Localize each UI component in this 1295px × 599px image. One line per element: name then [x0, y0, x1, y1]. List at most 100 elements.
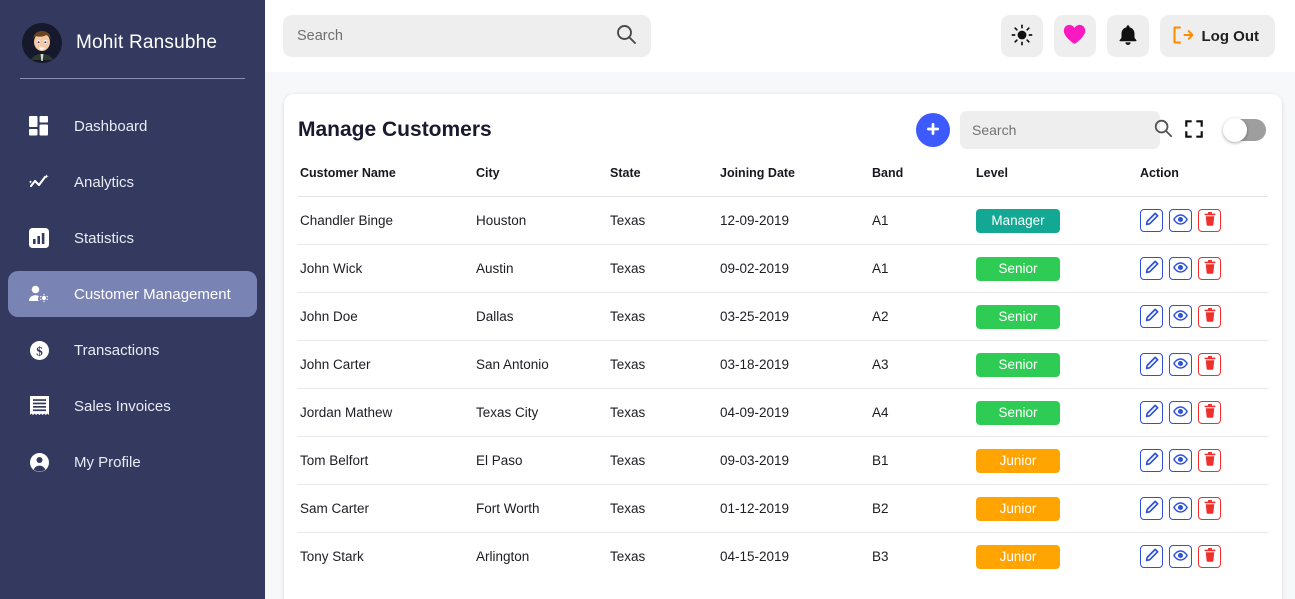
edit-button[interactable] [1140, 497, 1163, 520]
cell-customer-name: Tony Stark [298, 533, 476, 581]
pencil-edit-icon [1145, 404, 1159, 421]
table-header: Customer Name City State Joining Date Ba… [298, 166, 1268, 197]
person-circle-icon [26, 449, 52, 475]
sidebar-item-label: Analytics [74, 174, 134, 191]
view-button[interactable] [1169, 209, 1192, 232]
eye-view-icon [1173, 357, 1188, 373]
page-title: Manage Customers [298, 118, 492, 142]
cell-level: Junior [976, 437, 1138, 485]
row-actions [1140, 353, 1268, 376]
eye-view-icon [1173, 501, 1188, 517]
edit-button[interactable] [1140, 209, 1163, 232]
topbar-actions: Log Out [990, 15, 1275, 57]
view-button[interactable] [1169, 449, 1192, 472]
card-toolbar [916, 111, 1266, 149]
edit-button[interactable] [1140, 449, 1163, 472]
view-button[interactable] [1169, 305, 1192, 328]
view-button[interactable] [1169, 353, 1192, 376]
main-area: Log Out Manage Customers [265, 0, 1295, 599]
trash-delete-icon [1204, 452, 1216, 469]
trash-delete-icon [1204, 404, 1216, 421]
table-search[interactable] [960, 111, 1160, 149]
cell-joining-date: 01-12-2019 [720, 485, 872, 533]
trash-delete-icon [1204, 500, 1216, 517]
sidebar-item-statistics[interactable]: Statistics [8, 215, 257, 261]
trash-delete-icon [1204, 212, 1216, 229]
cell-customer-name: Sam Carter [298, 485, 476, 533]
notifications-button[interactable] [1107, 15, 1149, 57]
plus-icon [924, 120, 942, 141]
customers-table: Customer Name City State Joining Date Ba… [298, 166, 1268, 581]
brightness-button[interactable] [1001, 15, 1043, 57]
delete-button[interactable] [1198, 401, 1221, 424]
sidebar-item-dashboard[interactable]: Dashboard [8, 103, 257, 149]
cell-level: Manager [976, 197, 1138, 245]
view-button[interactable] [1169, 545, 1192, 568]
table-search-input[interactable] [972, 122, 1153, 138]
sidebar-item-transactions[interactable]: $ Transactions [8, 327, 257, 373]
pencil-edit-icon [1145, 356, 1159, 373]
sidebar-item-customer-management[interactable]: Customer Management [8, 271, 257, 317]
content-area: Manage Customers [265, 72, 1295, 599]
cell-band: B3 [872, 533, 976, 581]
edit-button[interactable] [1140, 257, 1163, 280]
delete-button[interactable] [1198, 497, 1221, 520]
delete-button[interactable] [1198, 209, 1221, 232]
delete-button[interactable] [1198, 353, 1221, 376]
cell-level: Senior [976, 293, 1138, 341]
cell-joining-date: 03-25-2019 [720, 293, 872, 341]
row-actions [1140, 305, 1268, 328]
add-customer-button[interactable] [916, 113, 950, 147]
cell-band: B1 [872, 437, 976, 485]
svg-text:$: $ [36, 343, 43, 358]
cell-joining-date: 09-03-2019 [720, 437, 872, 485]
table-row: John CarterSan AntonioTexas03-18-2019A3S… [298, 341, 1268, 389]
sidebar-divider [20, 78, 245, 79]
trash-delete-icon [1204, 308, 1216, 325]
search-input[interactable] [297, 28, 615, 44]
sidebar: Mohit Ransubhe Dashboard Analytics [0, 0, 265, 599]
delete-button[interactable] [1198, 305, 1221, 328]
analytics-trend-icon [26, 169, 52, 195]
eye-view-icon [1173, 405, 1188, 421]
delete-button[interactable] [1198, 545, 1221, 568]
avatar [22, 23, 62, 63]
delete-button[interactable] [1198, 257, 1221, 280]
delete-button[interactable] [1198, 449, 1221, 472]
cell-city: Fort Worth [476, 485, 610, 533]
edit-button[interactable] [1140, 545, 1163, 568]
global-search[interactable] [283, 15, 651, 57]
view-button[interactable] [1169, 497, 1192, 520]
cell-customer-name: John Wick [298, 245, 476, 293]
column-header-state: State [610, 166, 720, 197]
cell-state: Texas [610, 293, 720, 341]
status-badge: Junior [976, 449, 1060, 473]
logout-button[interactable]: Log Out [1160, 15, 1275, 57]
cell-city: San Antonio [476, 341, 610, 389]
cell-customer-name: Chandler Binge [298, 197, 476, 245]
cell-state: Texas [610, 341, 720, 389]
sidebar-item-sales-invoices[interactable]: Sales Invoices [8, 383, 257, 429]
pencil-edit-icon [1145, 548, 1159, 565]
sidebar-item-analytics[interactable]: Analytics [8, 159, 257, 205]
status-badge: Senior [976, 305, 1060, 329]
cell-state: Texas [610, 533, 720, 581]
search-icon [1153, 118, 1173, 143]
cell-customer-name: John Doe [298, 293, 476, 341]
cell-action [1138, 533, 1268, 581]
status-badge: Junior [976, 497, 1060, 521]
view-button[interactable] [1169, 401, 1192, 424]
favorites-button[interactable] [1054, 15, 1096, 57]
fullscreen-button[interactable] [1180, 116, 1208, 144]
column-header-action: Action [1138, 166, 1268, 197]
table-header-row: Customer Name City State Joining Date Ba… [298, 166, 1268, 197]
row-actions [1140, 401, 1268, 424]
edit-button[interactable] [1140, 353, 1163, 376]
cell-city: Austin [476, 245, 610, 293]
edit-button[interactable] [1140, 305, 1163, 328]
view-button[interactable] [1169, 257, 1192, 280]
edit-button[interactable] [1140, 401, 1163, 424]
cell-action [1138, 485, 1268, 533]
sidebar-item-my-profile[interactable]: My Profile [8, 439, 257, 485]
table-view-toggle[interactable] [1224, 119, 1266, 141]
